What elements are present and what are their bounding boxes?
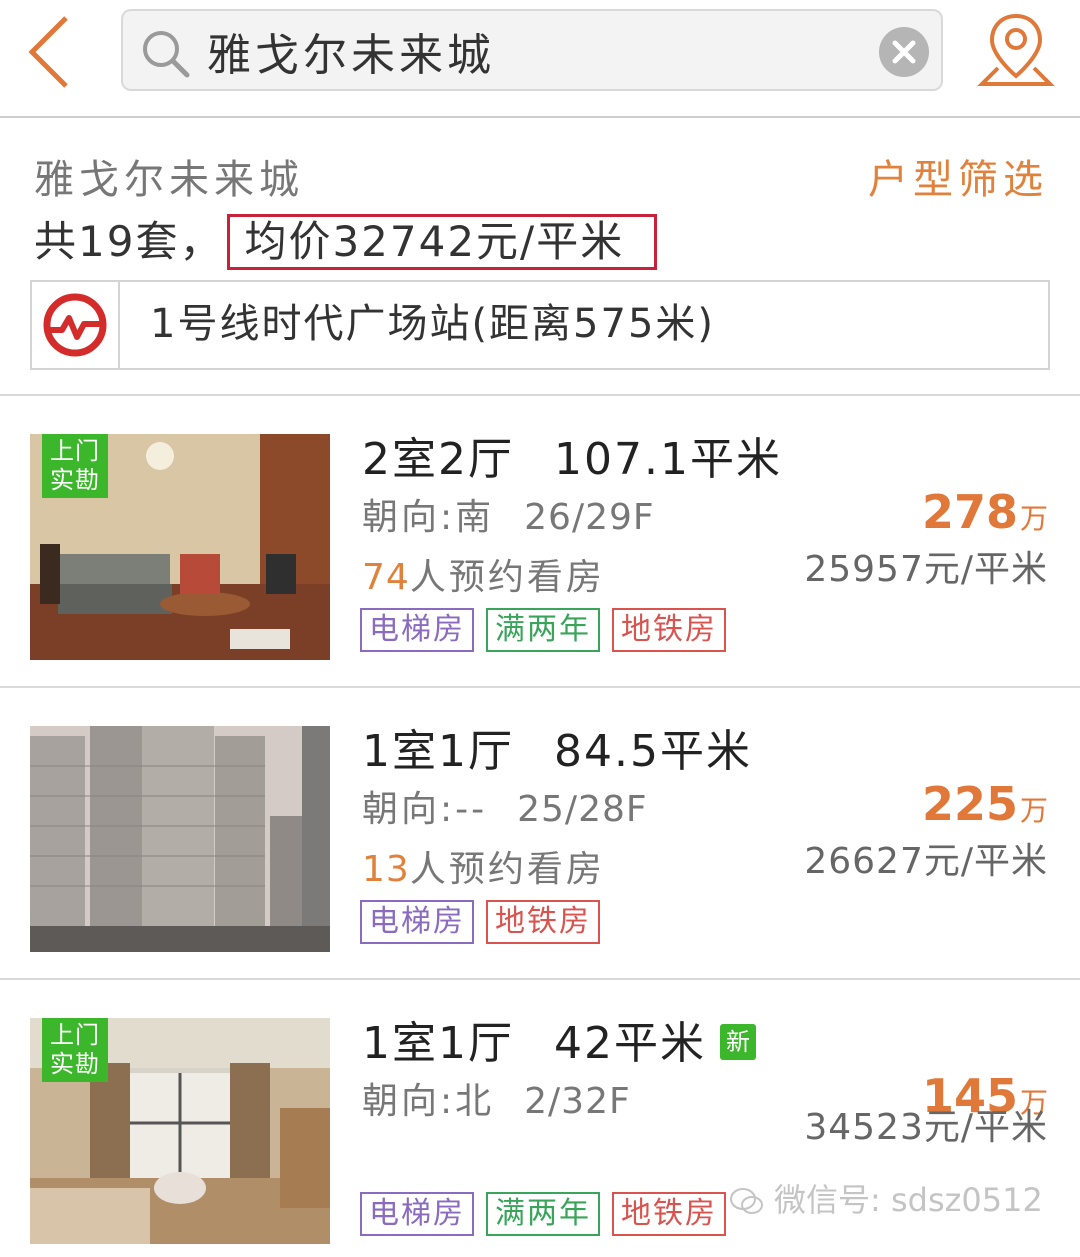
listing-rooms: 1室1厅 (362, 726, 514, 777)
listing-visits: 13人预约看房 (362, 846, 605, 894)
listing-orientation-floor: 朝向:-- 25/28F (362, 786, 648, 834)
price-unit: 万 (1019, 794, 1048, 827)
onsite-survey-badge: 上门 实勘 (42, 1018, 108, 1082)
layout-filter-button[interactable]: 户型筛选 (868, 154, 1048, 206)
listing-floor: 26/29F (524, 497, 655, 538)
listing-area: 42平米 (554, 1018, 706, 1069)
average-price: 均价32742元/平米 (227, 214, 658, 270)
metro-logo-icon (32, 282, 120, 368)
listing-photo: 上门 实勘 (30, 1018, 330, 1244)
listing-floor: 25/28F (517, 789, 648, 830)
metro-info[interactable]: 1号线时代广场站(距离575米) (30, 280, 1050, 370)
wechat-icon (730, 1188, 763, 1214)
listing-title: 1室1厅 84.5平米 (362, 722, 752, 782)
back-chevron-icon[interactable] (22, 12, 82, 92)
listing-rooms: 2室2厅 (362, 434, 514, 485)
listing-orientation-floor: 朝向:北 2/32F (362, 1078, 631, 1126)
visit-count: 13 (362, 849, 410, 890)
visit-label: 人预约看房 (409, 849, 605, 890)
new-listing-badge: 新 (720, 1024, 756, 1060)
tag-metro: 地铁房 (612, 1192, 726, 1236)
tag-two-years: 满两年 (486, 1192, 600, 1236)
search-bar[interactable] (121, 9, 943, 91)
listing-orientation: 朝向:南 (362, 497, 495, 538)
listing-tags: 电梯房 满两年 地铁房 (360, 608, 738, 652)
visit-count: 74 (362, 557, 410, 598)
listing-price: 278万 (922, 482, 1048, 549)
listing-tags: 电梯房 满两年 地铁房 (360, 1192, 738, 1236)
metro-station-text: 1号线时代广场站(距离575米) (150, 301, 716, 347)
onsite-survey-badge: 上门 实勘 (42, 434, 108, 498)
listing-rooms: 1室1厅 (362, 1018, 514, 1069)
tag-elevator: 电梯房 (360, 608, 474, 652)
tag-elevator: 电梯房 (360, 1192, 474, 1236)
price-value: 278 (921, 485, 1018, 539)
listing-unit-price: 26627元/平米 (804, 841, 1048, 882)
listing-item[interactable]: 上门 实勘 2室2厅 107.1平米 朝向:南 26/29F 74人预约看房 电梯房… (0, 396, 1080, 688)
listing-title: 2室2厅 107.1平米 (362, 430, 782, 490)
summary-section: 雅戈尔未来城 户型筛选 共19套， 均价32742元/平米 1号线时代广场站(距离… (0, 118, 1080, 396)
listing-orientation: 朝向:-- (362, 789, 488, 830)
listing-price: 225万 (922, 774, 1048, 841)
badge-line: 实勘 (50, 1050, 100, 1078)
badge-line: 上门 (50, 437, 100, 465)
tag-elevator: 电梯房 (360, 900, 474, 944)
listing-orientation-floor: 朝向:南 26/29F (362, 494, 655, 542)
listing-title: 1室1厅 42平米新 (362, 1014, 756, 1074)
listing-photo: 上门 实勘 (30, 434, 330, 660)
listing-unit-price: 25957元/平米 (804, 549, 1048, 590)
price-value: 225 (921, 777, 1018, 831)
listing-item[interactable]: 1室1厅 84.5平米 朝向:-- 25/28F 13人预约看房 电梯房 地铁房 22… (0, 688, 1080, 980)
badge-line: 上门 (50, 1021, 100, 1049)
tag-metro: 地铁房 (486, 900, 600, 944)
listing-count: 共19套， (34, 217, 224, 266)
listing-unit-price: 34523元/平米 (804, 1107, 1048, 1148)
watermark-text: 微信号: sdsz0512 (774, 1181, 1043, 1219)
count-line: 共19套， 均价32742元/平米 (34, 214, 658, 270)
tag-metro: 地铁房 (612, 608, 726, 652)
wechat-watermark: 微信号: sdsz0512 (730, 1178, 1050, 1222)
listing-area: 84.5平米 (554, 726, 752, 777)
price-unit: 万 (1019, 502, 1048, 535)
listing-area: 107.1平米 (554, 434, 782, 485)
listing-tags: 电梯房 地铁房 (360, 900, 612, 944)
search-input[interactable] (207, 21, 847, 81)
clear-icon[interactable] (879, 27, 929, 77)
listing-visits: 74人预约看房 (362, 554, 605, 602)
top-bar (0, 0, 1080, 118)
tag-two-years: 满两年 (486, 608, 600, 652)
listing-orientation: 朝向:北 (362, 1081, 495, 1122)
badge-line: 实勘 (50, 466, 100, 494)
estate-name: 雅戈尔未来城 (34, 157, 304, 203)
visit-label: 人预约看房 (409, 557, 605, 598)
listing-floor: 2/32F (524, 1081, 631, 1122)
search-icon (143, 31, 190, 78)
listing-photo (30, 726, 330, 952)
location-pin-icon[interactable] (976, 10, 1056, 90)
